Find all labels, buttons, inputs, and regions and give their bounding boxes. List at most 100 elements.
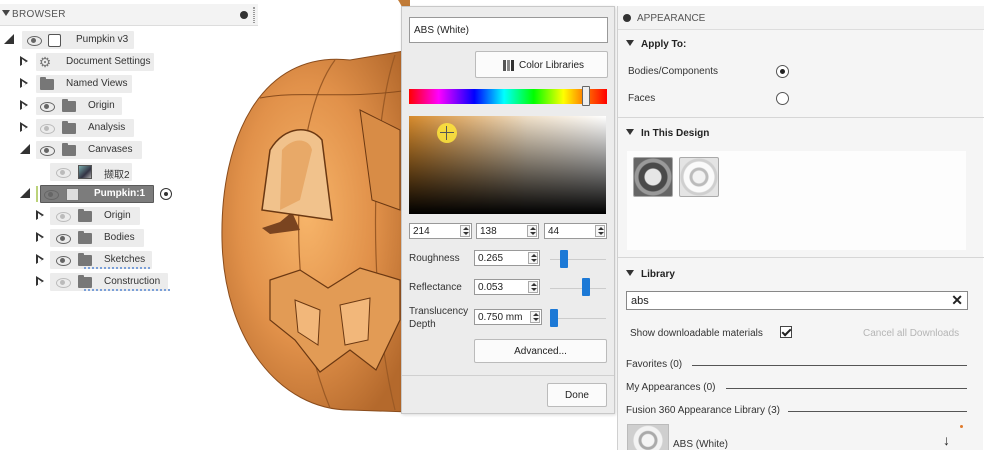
appearance-swatch[interactable] (633, 157, 673, 197)
roughness-slider-thumb[interactable] (560, 250, 568, 268)
visibility-eye-icon[interactable] (56, 277, 71, 288)
expand-icon[interactable] (36, 254, 46, 265)
visibility-eye-icon[interactable] (44, 189, 59, 200)
tree-item-component-pumpkin[interactable]: Pumpkin:1 (0, 185, 200, 203)
abs-white-item-label[interactable]: ABS (White) (673, 439, 728, 450)
tree-item-canvas-image[interactable]: 撷取2 (0, 163, 200, 181)
tree-item-sketches[interactable]: Sketches (0, 251, 200, 269)
hue-slider[interactable] (409, 86, 607, 106)
fusion-library-category[interactable]: Fusion 360 Appearance Library (3) (626, 405, 780, 416)
spinner-icon[interactable] (528, 281, 538, 293)
tree-item-origin[interactable]: Origin (0, 97, 200, 115)
pumpkin-model-viewport[interactable] (200, 0, 410, 450)
tree-item-sub-origin[interactable]: Origin (0, 207, 200, 225)
translucency-slider-thumb[interactable] (550, 309, 558, 327)
visibility-eye-icon[interactable] (56, 211, 71, 222)
clear-search-icon[interactable]: ✕ (951, 292, 963, 309)
visibility-eye-icon[interactable] (56, 255, 71, 266)
tree-item-label: Origin (88, 100, 115, 111)
folder-icon (78, 209, 92, 222)
collapse-icon[interactable] (2, 10, 10, 16)
spinner-icon[interactable] (595, 225, 605, 237)
appearance-title: APPEARANCE (637, 13, 706, 24)
canvas-image-icon (78, 165, 92, 179)
apply-to-section-title[interactable]: Apply To: (626, 39, 686, 50)
download-arrow-icon[interactable]: ↓ (943, 432, 950, 448)
cancel-all-downloads-link[interactable]: Cancel all Downloads (863, 328, 959, 339)
spinner-icon[interactable] (460, 225, 470, 237)
tree-item-named-views[interactable]: Named Views (0, 75, 200, 93)
visibility-eye-icon[interactable] (40, 145, 55, 156)
tree-item-construction[interactable]: Construction (0, 273, 200, 291)
expand-icon[interactable] (20, 188, 30, 198)
roughness-slider[interactable] (550, 259, 606, 260)
tree-item-label: Document Settings (66, 56, 151, 67)
translucency-label: Translucency (409, 306, 469, 317)
faces-radio[interactable] (776, 92, 789, 105)
tree-item-root[interactable]: Pumpkin v3 (0, 31, 200, 49)
expand-icon[interactable] (20, 78, 30, 89)
spinner-icon[interactable] (530, 311, 540, 323)
expand-icon[interactable] (36, 232, 46, 243)
reflectance-slider-thumb[interactable] (582, 278, 590, 296)
faces-label: Faces (628, 93, 656, 104)
activate-radio-icon[interactable] (160, 188, 172, 200)
translucency-depth-input[interactable]: 0.750 mm (474, 309, 542, 325)
spinner-icon[interactable] (528, 252, 538, 264)
blue-value-input[interactable]: 44 (544, 223, 607, 239)
reflectance-input[interactable]: 0.053 (474, 279, 540, 295)
visibility-eye-icon[interactable] (56, 167, 71, 178)
color-libraries-label: Color Libraries (519, 60, 585, 71)
roughness-input[interactable]: 0.265 (474, 250, 540, 266)
expand-icon[interactable] (36, 276, 46, 287)
advanced-button[interactable]: Advanced... (474, 339, 607, 363)
library-search-input[interactable]: abs ✕ (626, 291, 968, 310)
visibility-eye-icon[interactable] (56, 233, 71, 244)
expand-icon[interactable] (20, 56, 30, 67)
tree-item-label: Pumpkin:1 (94, 188, 146, 199)
show-downloadable-checkbox[interactable] (780, 326, 792, 338)
appearance-swatch[interactable] (679, 157, 719, 197)
material-name-field[interactable]: ABS (White) (409, 17, 608, 43)
color-libraries-button[interactable]: Color Libraries (475, 51, 608, 78)
bodies-components-label: Bodies/Components (628, 66, 719, 77)
collapse-icon[interactable] (623, 14, 631, 22)
spinner-icon[interactable] (527, 225, 537, 237)
expand-icon[interactable] (20, 122, 30, 133)
red-value-input[interactable]: 214 (409, 223, 472, 239)
tree-item-label: Bodies (104, 232, 135, 243)
tree-item-document-settings[interactable]: ⚙ Document Settings (0, 53, 200, 71)
color-libraries-icon (503, 60, 514, 71)
tree-item-bodies[interactable]: Bodies (0, 229, 200, 247)
translucency-slider[interactable] (550, 318, 606, 319)
library-section-title[interactable]: Library (626, 269, 675, 280)
abs-white-thumbnail[interactable] (627, 424, 669, 450)
visibility-eye-icon[interactable] (40, 123, 55, 134)
reflectance-slider[interactable] (550, 288, 606, 289)
expand-icon[interactable] (4, 34, 14, 44)
warning-underline (84, 288, 170, 291)
color-cursor-icon[interactable] (437, 123, 457, 143)
visibility-eye-icon[interactable] (40, 101, 55, 112)
document-icon (48, 34, 61, 47)
gear-icon: ⚙ (38, 54, 52, 70)
expand-icon[interactable] (36, 210, 46, 221)
appearance-header[interactable]: APPEARANCE (618, 6, 984, 30)
saturation-value-picker[interactable] (409, 116, 606, 214)
done-button[interactable]: Done (547, 383, 607, 407)
visibility-eye-icon[interactable] (27, 35, 42, 46)
tree-item-analysis[interactable]: Analysis (0, 119, 200, 137)
my-appearances-category[interactable]: My Appearances (0) (626, 382, 716, 393)
favorites-category[interactable]: Favorites (0) (626, 359, 682, 370)
green-value-input[interactable]: 138 (476, 223, 539, 239)
warning-underline (84, 266, 150, 269)
tree-item-canvases[interactable]: Canvases (0, 141, 200, 159)
expand-icon[interactable] (20, 100, 30, 111)
design-swatches-area (627, 151, 966, 250)
tree-item-label: Sketches (104, 254, 146, 265)
hue-slider-handle[interactable] (582, 86, 590, 106)
in-this-design-section-title[interactable]: In This Design (626, 128, 709, 139)
folder-icon (78, 275, 92, 288)
expand-icon[interactable] (20, 144, 30, 154)
bodies-components-radio[interactable] (776, 65, 789, 78)
